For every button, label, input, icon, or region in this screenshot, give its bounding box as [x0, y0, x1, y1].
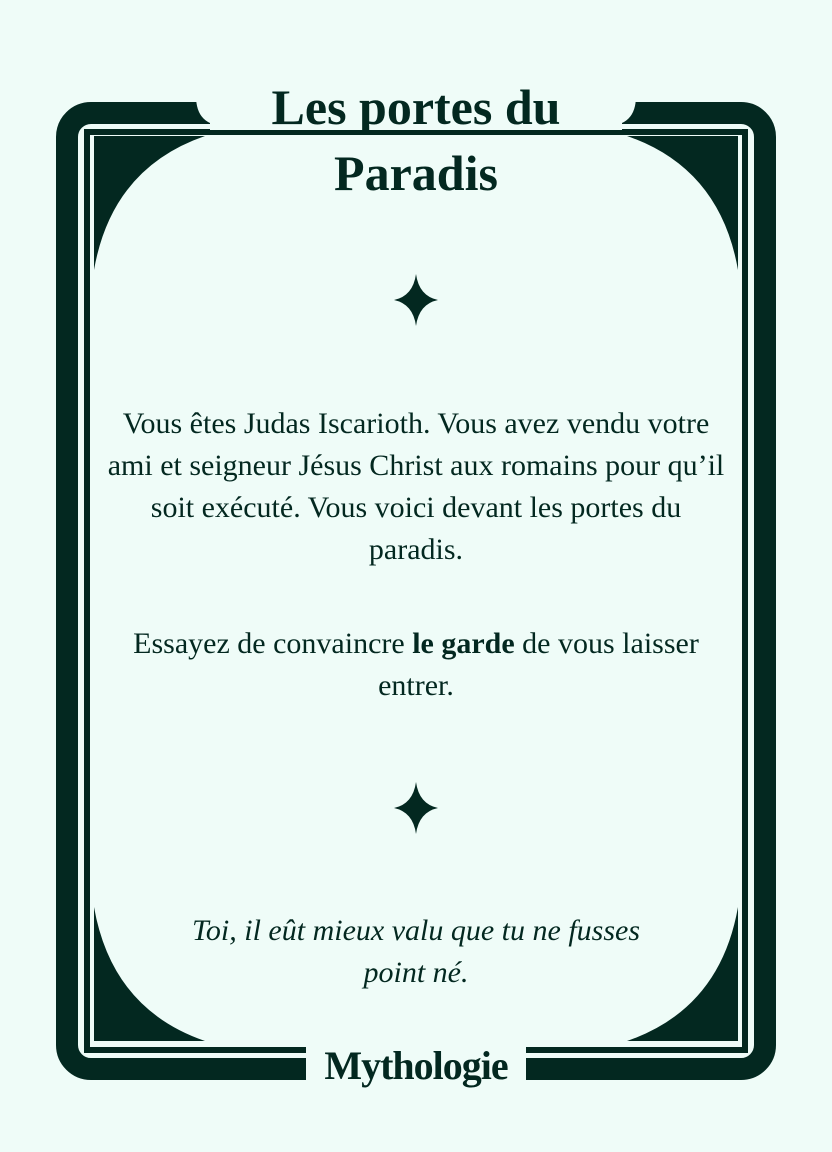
instruction-emphasis: le garde	[412, 627, 515, 660]
instruction-text-before: Essayez de convaincre	[133, 627, 413, 660]
four-point-star-icon	[394, 274, 438, 326]
four-point-star-icon	[394, 782, 438, 834]
game-card: Les portes du Paradis Vous êtes Judas Is…	[0, 0, 832, 1152]
card-category: Mythologie	[324, 1043, 508, 1088]
card-instruction: Essayez de convaincre le garde de vous l…	[130, 623, 702, 707]
card-quote: Toi, il eût mieux valu que tu ne fusses …	[191, 914, 640, 989]
card-title: Les portes du Paradis	[271, 79, 561, 201]
card-description: Vous êtes Judas Iscarioth. Vous avez ven…	[107, 407, 725, 566]
